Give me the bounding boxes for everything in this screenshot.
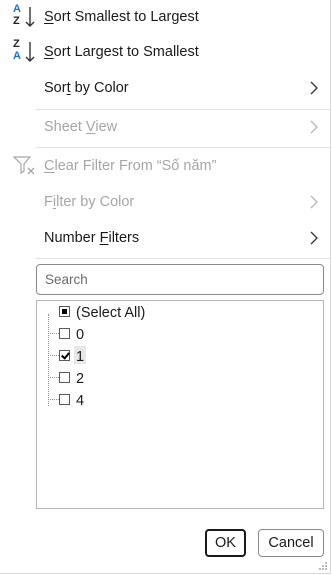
list-item-label: 2	[76, 371, 85, 387]
list-item-label: 1	[76, 349, 85, 365]
chevron-right-icon	[310, 231, 318, 245]
item-checkbox[interactable]	[59, 328, 70, 339]
ok-button[interactable]: OK	[205, 529, 246, 557]
search-input[interactable]	[45, 272, 305, 287]
clear-filter-item: Clear Filter From “Số năm”	[0, 149, 331, 183]
sort-descending-item[interactable]: Z A Sort Largest to Smallest	[0, 35, 331, 69]
list-item-label: (Select All)	[76, 305, 146, 321]
list-item[interactable]: 1	[37, 347, 323, 369]
list-item[interactable]: 2	[37, 369, 323, 391]
sheet-view-item: Sheet View	[0, 110, 331, 144]
list-item-label: 0	[76, 327, 85, 343]
list-item[interactable]: 0	[37, 325, 323, 347]
clear-filter-label: Clear Filter From “Số năm”	[44, 158, 217, 174]
sort-descending-icon: Z A	[13, 39, 37, 65]
values-list[interactable]: (Select All) 0 1 2 4	[36, 300, 324, 509]
number-filters-item[interactable]: Number Filters	[0, 221, 331, 255]
menu-divider	[36, 258, 330, 259]
list-item[interactable]: (Select All)	[37, 303, 323, 325]
sheet-view-label: Sheet View	[44, 119, 118, 135]
sort-descending-label: Sort Largest to Smallest	[44, 44, 199, 60]
sort-by-color-label: Sort by Color	[44, 80, 129, 96]
number-filters-label: Number Filters	[44, 230, 140, 246]
sort-ascending-icon: A Z	[13, 4, 37, 30]
search-box[interactable]	[36, 264, 324, 295]
filter-by-color-label: Filter by Color	[44, 194, 135, 210]
item-checkbox[interactable]	[59, 394, 70, 405]
menu-divider	[36, 147, 330, 148]
list-item[interactable]: 4	[37, 391, 323, 413]
sort-ascending-label: Sort Smallest to Largest	[44, 9, 199, 25]
sort-by-color-item[interactable]: Sort by Color	[0, 71, 331, 105]
item-checkbox[interactable]	[59, 372, 70, 383]
chevron-right-icon	[310, 195, 318, 209]
chevron-right-icon	[310, 120, 318, 134]
clear-filter-icon	[13, 156, 35, 175]
autofilter-dropdown: A Z Sort Smallest to Largest Z A Sort La…	[0, 0, 331, 574]
chevron-right-icon	[310, 81, 318, 95]
sort-ascending-item[interactable]: A Z Sort Smallest to Largest	[0, 0, 331, 34]
resize-grip-icon[interactable]	[318, 561, 328, 571]
list-item-label: 4	[76, 393, 85, 409]
filter-by-color-item: Filter by Color	[0, 185, 331, 219]
item-checkbox[interactable]	[59, 350, 70, 361]
select-all-checkbox[interactable]	[59, 306, 70, 317]
cancel-button[interactable]: Cancel	[258, 529, 324, 557]
